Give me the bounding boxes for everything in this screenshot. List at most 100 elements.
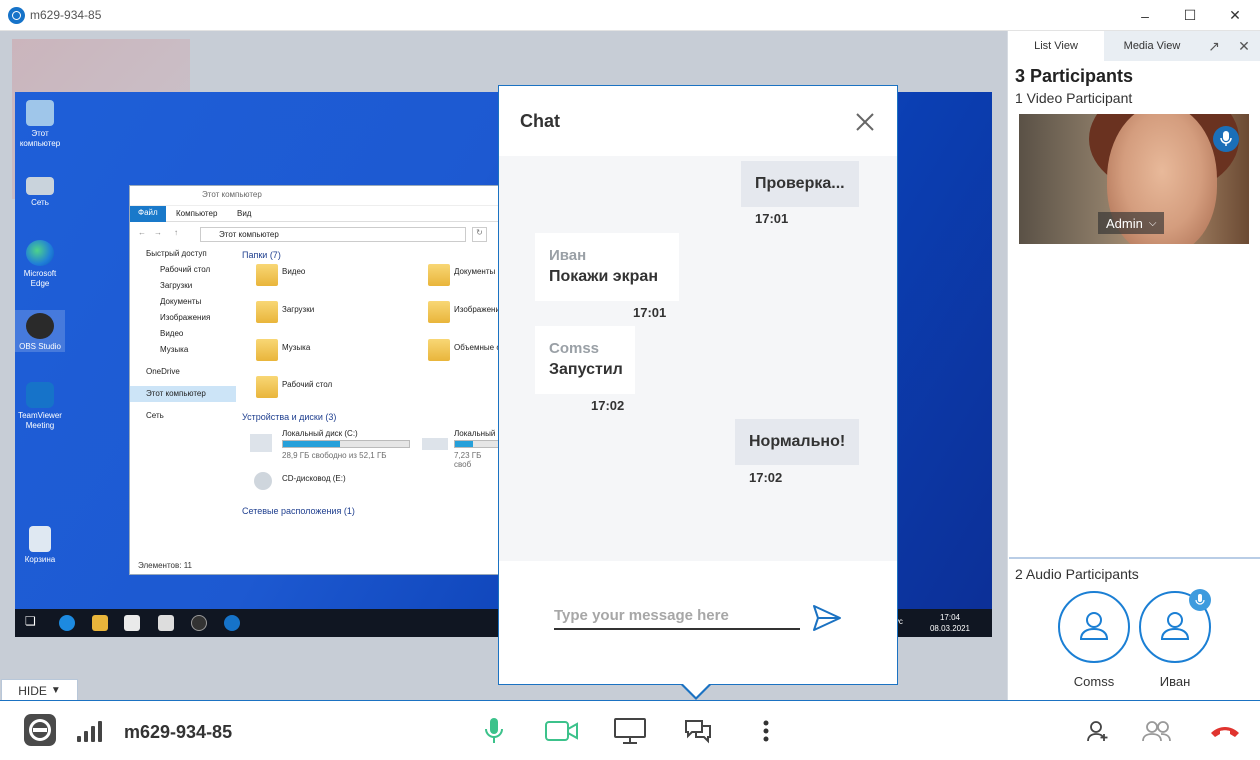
folder-icon (256, 376, 278, 398)
nav-item[interactable]: Документы (130, 294, 236, 310)
explorer-taskbar-icon[interactable] (92, 615, 108, 631)
chat-message-outgoing[interactable]: Нормально! (735, 419, 859, 465)
nav-item[interactable]: Загрузки (130, 278, 236, 294)
audio-participant-name: Comss (1073, 674, 1115, 689)
folder-label[interactable]: Объемные объекты (454, 343, 498, 352)
desktop-icon-recycle-bin[interactable]: Корзина (15, 526, 65, 565)
my-avatar[interactable] (24, 714, 56, 746)
more-options-button[interactable] (748, 713, 784, 749)
hang-up-icon (1211, 727, 1239, 737)
nav-item[interactable]: Музыка (130, 342, 236, 358)
file-explorer-window: Этот компьютер Файл Компьютер Вид ← → ↑ … (129, 185, 499, 575)
participants-button[interactable] (1139, 713, 1175, 749)
desktop-icon-network[interactable]: Сеть (15, 177, 65, 208)
nav-item[interactable]: Быстрый доступ (130, 246, 236, 262)
nav-item[interactable]: OneDrive (130, 364, 236, 380)
drive-d-usage-bar (454, 440, 498, 448)
back-arrow-icon[interactable]: ← (138, 228, 146, 237)
invite-participant-button[interactable] (1080, 713, 1116, 749)
drive-d-usage-fill (455, 441, 473, 447)
taskbar-clock[interactable]: 17:04 08.03.2021 (930, 612, 970, 634)
up-arrow-icon[interactable]: ↑ (174, 228, 178, 237)
explorer-address-bar[interactable]: Этот компьютер (200, 227, 466, 242)
nav-item[interactable]: Рабочий стол (130, 262, 236, 278)
teamviewer-taskbar-icon[interactable] (224, 615, 240, 631)
app-window: m629-934-85 – ☐ ✕ Этот компьютер Сеть Mi… (0, 0, 1260, 760)
network-header[interactable]: Сетевые расположения (1) (242, 506, 355, 516)
folder-icon (256, 301, 278, 323)
chat-pointer (680, 683, 712, 700)
explorer-tab-view[interactable]: Вид (237, 209, 251, 218)
desktop-icon-obs[interactable]: OBS Studio (15, 310, 65, 352)
participants-count: 3 Participants (1015, 66, 1134, 86)
message-time: 17:01 (755, 211, 789, 226)
mail-taskbar-icon[interactable] (158, 615, 174, 631)
nav-item[interactable]: Видео (130, 326, 236, 342)
drives-header[interactable]: Устройства и диски (3) (242, 412, 336, 422)
desktop-icon-computer[interactable]: Этот компьютер (15, 100, 65, 149)
chat-message-incoming[interactable]: Comss Запустил (535, 326, 635, 394)
close-panel-icon[interactable]: ✕ (1236, 38, 1252, 54)
folder-label[interactable]: Загрузки (282, 305, 314, 314)
message-time: 17:01 (633, 305, 667, 320)
popout-icon[interactable]: ↗ (1206, 38, 1222, 54)
tab-media-view[interactable]: Media View (1104, 31, 1200, 61)
chat-message-input[interactable] (554, 602, 800, 630)
desktop-icon-teamviewer[interactable]: TeamViewer Meeting (15, 382, 65, 431)
folder-icon (428, 339, 450, 361)
forward-arrow-icon[interactable]: → (154, 228, 162, 237)
chat-title: Chat (520, 111, 560, 131)
audio-participant-avatar[interactable] (1058, 591, 1130, 663)
video-tile[interactable]: Admin ⌵ (1019, 114, 1249, 244)
microphone-button[interactable] (476, 713, 512, 749)
end-call-button[interactable] (1207, 713, 1243, 749)
video-participants-count: 1 Video Participant (1015, 90, 1133, 106)
chevron-down-icon: ▼ (50, 685, 61, 696)
share-screen-button[interactable] (612, 713, 648, 749)
drive-d-label[interactable]: Локальный (454, 429, 495, 438)
monitor-icon (614, 718, 646, 744)
folders-header[interactable]: Папки (7) (242, 250, 498, 264)
meeting-id: m629-934-85 (124, 722, 233, 742)
explorer-tab-computer[interactable]: Компьютер (176, 209, 217, 218)
folder-label[interactable]: Изображения (454, 305, 498, 314)
chat-message-incoming[interactable]: Иван Покажи экран (535, 233, 679, 301)
drive-c-label[interactable]: Локальный диск (C:) (282, 429, 358, 438)
store-taskbar-icon[interactable] (124, 615, 140, 631)
recycle-bin-icon (29, 526, 51, 552)
folder-label[interactable]: Видео (282, 267, 305, 276)
hide-toolbar-button[interactable]: HIDE ▼ (1, 679, 78, 701)
add-user-icon (1087, 721, 1108, 742)
chat-button[interactable] (680, 713, 716, 749)
group-icon (1142, 721, 1171, 742)
camera-button[interactable] (544, 713, 580, 749)
drive-d-free: 7,23 ГБ своб (454, 451, 482, 469)
edge-taskbar-icon[interactable] (59, 615, 75, 631)
windows-start-icon[interactable]: ❏ (25, 614, 41, 630)
folder-label[interactable]: Документы (454, 267, 498, 276)
close-chat-icon[interactable] (853, 110, 877, 134)
nav-item[interactable]: Изображения (130, 310, 236, 326)
meeting-toolbar: m629-934-85 (0, 700, 1260, 760)
folder-icon (256, 339, 278, 361)
maximize-button[interactable]: ☐ (1168, 0, 1212, 31)
drive-c-usage-fill (283, 441, 340, 447)
desktop-icon-edge[interactable]: Microsoft Edge (15, 240, 65, 289)
explorer-nav-pane: Быстрый доступ Рабочий стол Загрузки Док… (130, 246, 236, 556)
obs-taskbar-icon[interactable] (191, 615, 207, 631)
folder-label[interactable]: Рабочий стол (282, 380, 332, 389)
close-window-button[interactable]: ✕ (1213, 0, 1257, 31)
tab-list-view[interactable]: List View (1008, 31, 1104, 61)
video-name-tag[interactable]: Admin ⌵ (1098, 212, 1165, 234)
folder-label[interactable]: Музыка (282, 343, 310, 352)
explorer-tab-file[interactable]: Файл (130, 206, 166, 222)
chat-icon (685, 720, 711, 744)
nav-item-selected[interactable]: Этот компьютер (130, 386, 236, 402)
cd-drive-label[interactable]: CD-дисковод (E:) (282, 474, 346, 483)
nav-item[interactable]: Сеть (130, 408, 236, 424)
send-icon[interactable] (812, 604, 842, 632)
refresh-icon[interactable]: ↻ (472, 227, 487, 242)
participants-panel: List View Media View ↗ ✕ 3 Participants … (1007, 31, 1260, 700)
chat-message-outgoing[interactable]: Проверка... (741, 161, 859, 207)
minimize-button[interactable]: – (1123, 0, 1167, 31)
